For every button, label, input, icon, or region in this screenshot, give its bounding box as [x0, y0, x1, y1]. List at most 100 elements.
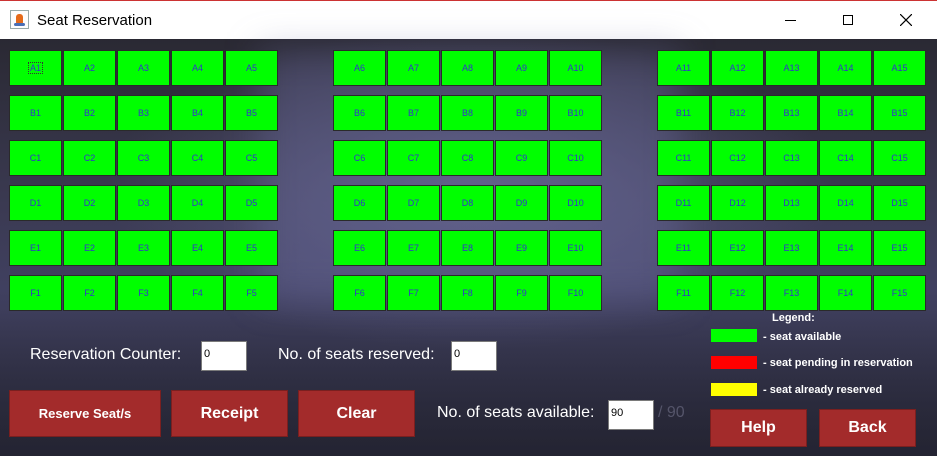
seat-b11[interactable]: B11 — [657, 95, 710, 131]
seat-b3[interactable]: B3 — [117, 95, 170, 131]
seat-c2[interactable]: C2 — [63, 140, 116, 176]
seat-a4[interactable]: A4 — [171, 50, 224, 86]
seat-b2[interactable]: B2 — [63, 95, 116, 131]
seat-b6[interactable]: B6 — [333, 95, 386, 131]
maximize-button[interactable] — [825, 1, 871, 39]
seat-c10[interactable]: C10 — [549, 140, 602, 176]
clear-button[interactable]: Clear — [298, 390, 415, 437]
seat-f12[interactable]: F12 — [711, 275, 764, 311]
seat-f6[interactable]: F6 — [333, 275, 386, 311]
seat-e5[interactable]: E5 — [225, 230, 278, 266]
seat-a12[interactable]: A12 — [711, 50, 764, 86]
seat-f11[interactable]: F11 — [657, 275, 710, 311]
seat-d8[interactable]: D8 — [441, 185, 494, 221]
seat-c4[interactable]: C4 — [171, 140, 224, 176]
seat-c15[interactable]: C15 — [873, 140, 926, 176]
seat-e1[interactable]: E1 — [9, 230, 62, 266]
seat-e13[interactable]: E13 — [765, 230, 818, 266]
seat-f10[interactable]: F10 — [549, 275, 602, 311]
seat-f2[interactable]: F2 — [63, 275, 116, 311]
seat-c13[interactable]: C13 — [765, 140, 818, 176]
seats-reserved-field[interactable]: 0 — [451, 341, 497, 371]
seat-c12[interactable]: C12 — [711, 140, 764, 176]
seat-e6[interactable]: E6 — [333, 230, 386, 266]
seat-d2[interactable]: D2 — [63, 185, 116, 221]
close-button[interactable] — [883, 1, 929, 39]
seat-c9[interactable]: C9 — [495, 140, 548, 176]
seat-d5[interactable]: D5 — [225, 185, 278, 221]
minimize-button[interactable] — [767, 1, 813, 39]
seat-c11[interactable]: C11 — [657, 140, 710, 176]
seat-e4[interactable]: E4 — [171, 230, 224, 266]
seat-a9[interactable]: A9 — [495, 50, 548, 86]
seat-f15[interactable]: F15 — [873, 275, 926, 311]
seat-c1[interactable]: C1 — [9, 140, 62, 176]
seat-b10[interactable]: B10 — [549, 95, 602, 131]
seat-c6[interactable]: C6 — [333, 140, 386, 176]
help-button[interactable]: Help — [710, 409, 807, 447]
seat-a7[interactable]: A7 — [387, 50, 440, 86]
seat-f14[interactable]: F14 — [819, 275, 872, 311]
reservation-counter-field[interactable]: 0 — [201, 341, 247, 371]
seat-a2[interactable]: A2 — [63, 50, 116, 86]
seat-e7[interactable]: E7 — [387, 230, 440, 266]
seat-f1[interactable]: F1 — [9, 275, 62, 311]
seat-e9[interactable]: E9 — [495, 230, 548, 266]
seat-b15[interactable]: B15 — [873, 95, 926, 131]
seat-c8[interactable]: C8 — [441, 140, 494, 176]
seat-e3[interactable]: E3 — [117, 230, 170, 266]
seat-c5[interactable]: C5 — [225, 140, 278, 176]
seat-f5[interactable]: F5 — [225, 275, 278, 311]
seat-e8[interactable]: E8 — [441, 230, 494, 266]
seat-f9[interactable]: F9 — [495, 275, 548, 311]
seat-d9[interactable]: D9 — [495, 185, 548, 221]
seat-d7[interactable]: D7 — [387, 185, 440, 221]
seat-a6[interactable]: A6 — [333, 50, 386, 86]
seat-f8[interactable]: F8 — [441, 275, 494, 311]
seat-d12[interactable]: D12 — [711, 185, 764, 221]
reserve-seats-button[interactable]: Reserve Seat/s — [9, 390, 161, 437]
seat-f3[interactable]: F3 — [117, 275, 170, 311]
seat-e11[interactable]: E11 — [657, 230, 710, 266]
seat-a15[interactable]: A15 — [873, 50, 926, 86]
seat-b9[interactable]: B9 — [495, 95, 548, 131]
seat-c3[interactable]: C3 — [117, 140, 170, 176]
seat-a3[interactable]: A3 — [117, 50, 170, 86]
seat-a11[interactable]: A11 — [657, 50, 710, 86]
seat-c7[interactable]: C7 — [387, 140, 440, 176]
seat-a14[interactable]: A14 — [819, 50, 872, 86]
seat-e14[interactable]: E14 — [819, 230, 872, 266]
seat-d1[interactable]: D1 — [9, 185, 62, 221]
seat-b4[interactable]: B4 — [171, 95, 224, 131]
seat-d4[interactable]: D4 — [171, 185, 224, 221]
seat-b12[interactable]: B12 — [711, 95, 764, 131]
seat-e10[interactable]: E10 — [549, 230, 602, 266]
seat-d3[interactable]: D3 — [117, 185, 170, 221]
seat-b7[interactable]: B7 — [387, 95, 440, 131]
seat-d11[interactable]: D11 — [657, 185, 710, 221]
seat-b1[interactable]: B1 — [9, 95, 62, 131]
seat-d14[interactable]: D14 — [819, 185, 872, 221]
seat-d6[interactable]: D6 — [333, 185, 386, 221]
seat-e12[interactable]: E12 — [711, 230, 764, 266]
seat-d10[interactable]: D10 — [549, 185, 602, 221]
seat-a1[interactable]: A1 — [9, 50, 62, 86]
seat-b5[interactable]: B5 — [225, 95, 278, 131]
seat-b14[interactable]: B14 — [819, 95, 872, 131]
seat-f7[interactable]: F7 — [387, 275, 440, 311]
seat-d13[interactable]: D13 — [765, 185, 818, 221]
back-button[interactable]: Back — [819, 409, 916, 447]
seat-b13[interactable]: B13 — [765, 95, 818, 131]
seat-a5[interactable]: A5 — [225, 50, 278, 86]
seats-available-field[interactable]: 90 — [608, 400, 654, 430]
seat-e2[interactable]: E2 — [63, 230, 116, 266]
seat-a10[interactable]: A10 — [549, 50, 602, 86]
seat-d15[interactable]: D15 — [873, 185, 926, 221]
seat-a13[interactable]: A13 — [765, 50, 818, 86]
receipt-button[interactable]: Receipt — [171, 390, 288, 437]
seat-f13[interactable]: F13 — [765, 275, 818, 311]
seat-f4[interactable]: F4 — [171, 275, 224, 311]
seat-a8[interactable]: A8 — [441, 50, 494, 86]
seat-c14[interactable]: C14 — [819, 140, 872, 176]
seat-b8[interactable]: B8 — [441, 95, 494, 131]
